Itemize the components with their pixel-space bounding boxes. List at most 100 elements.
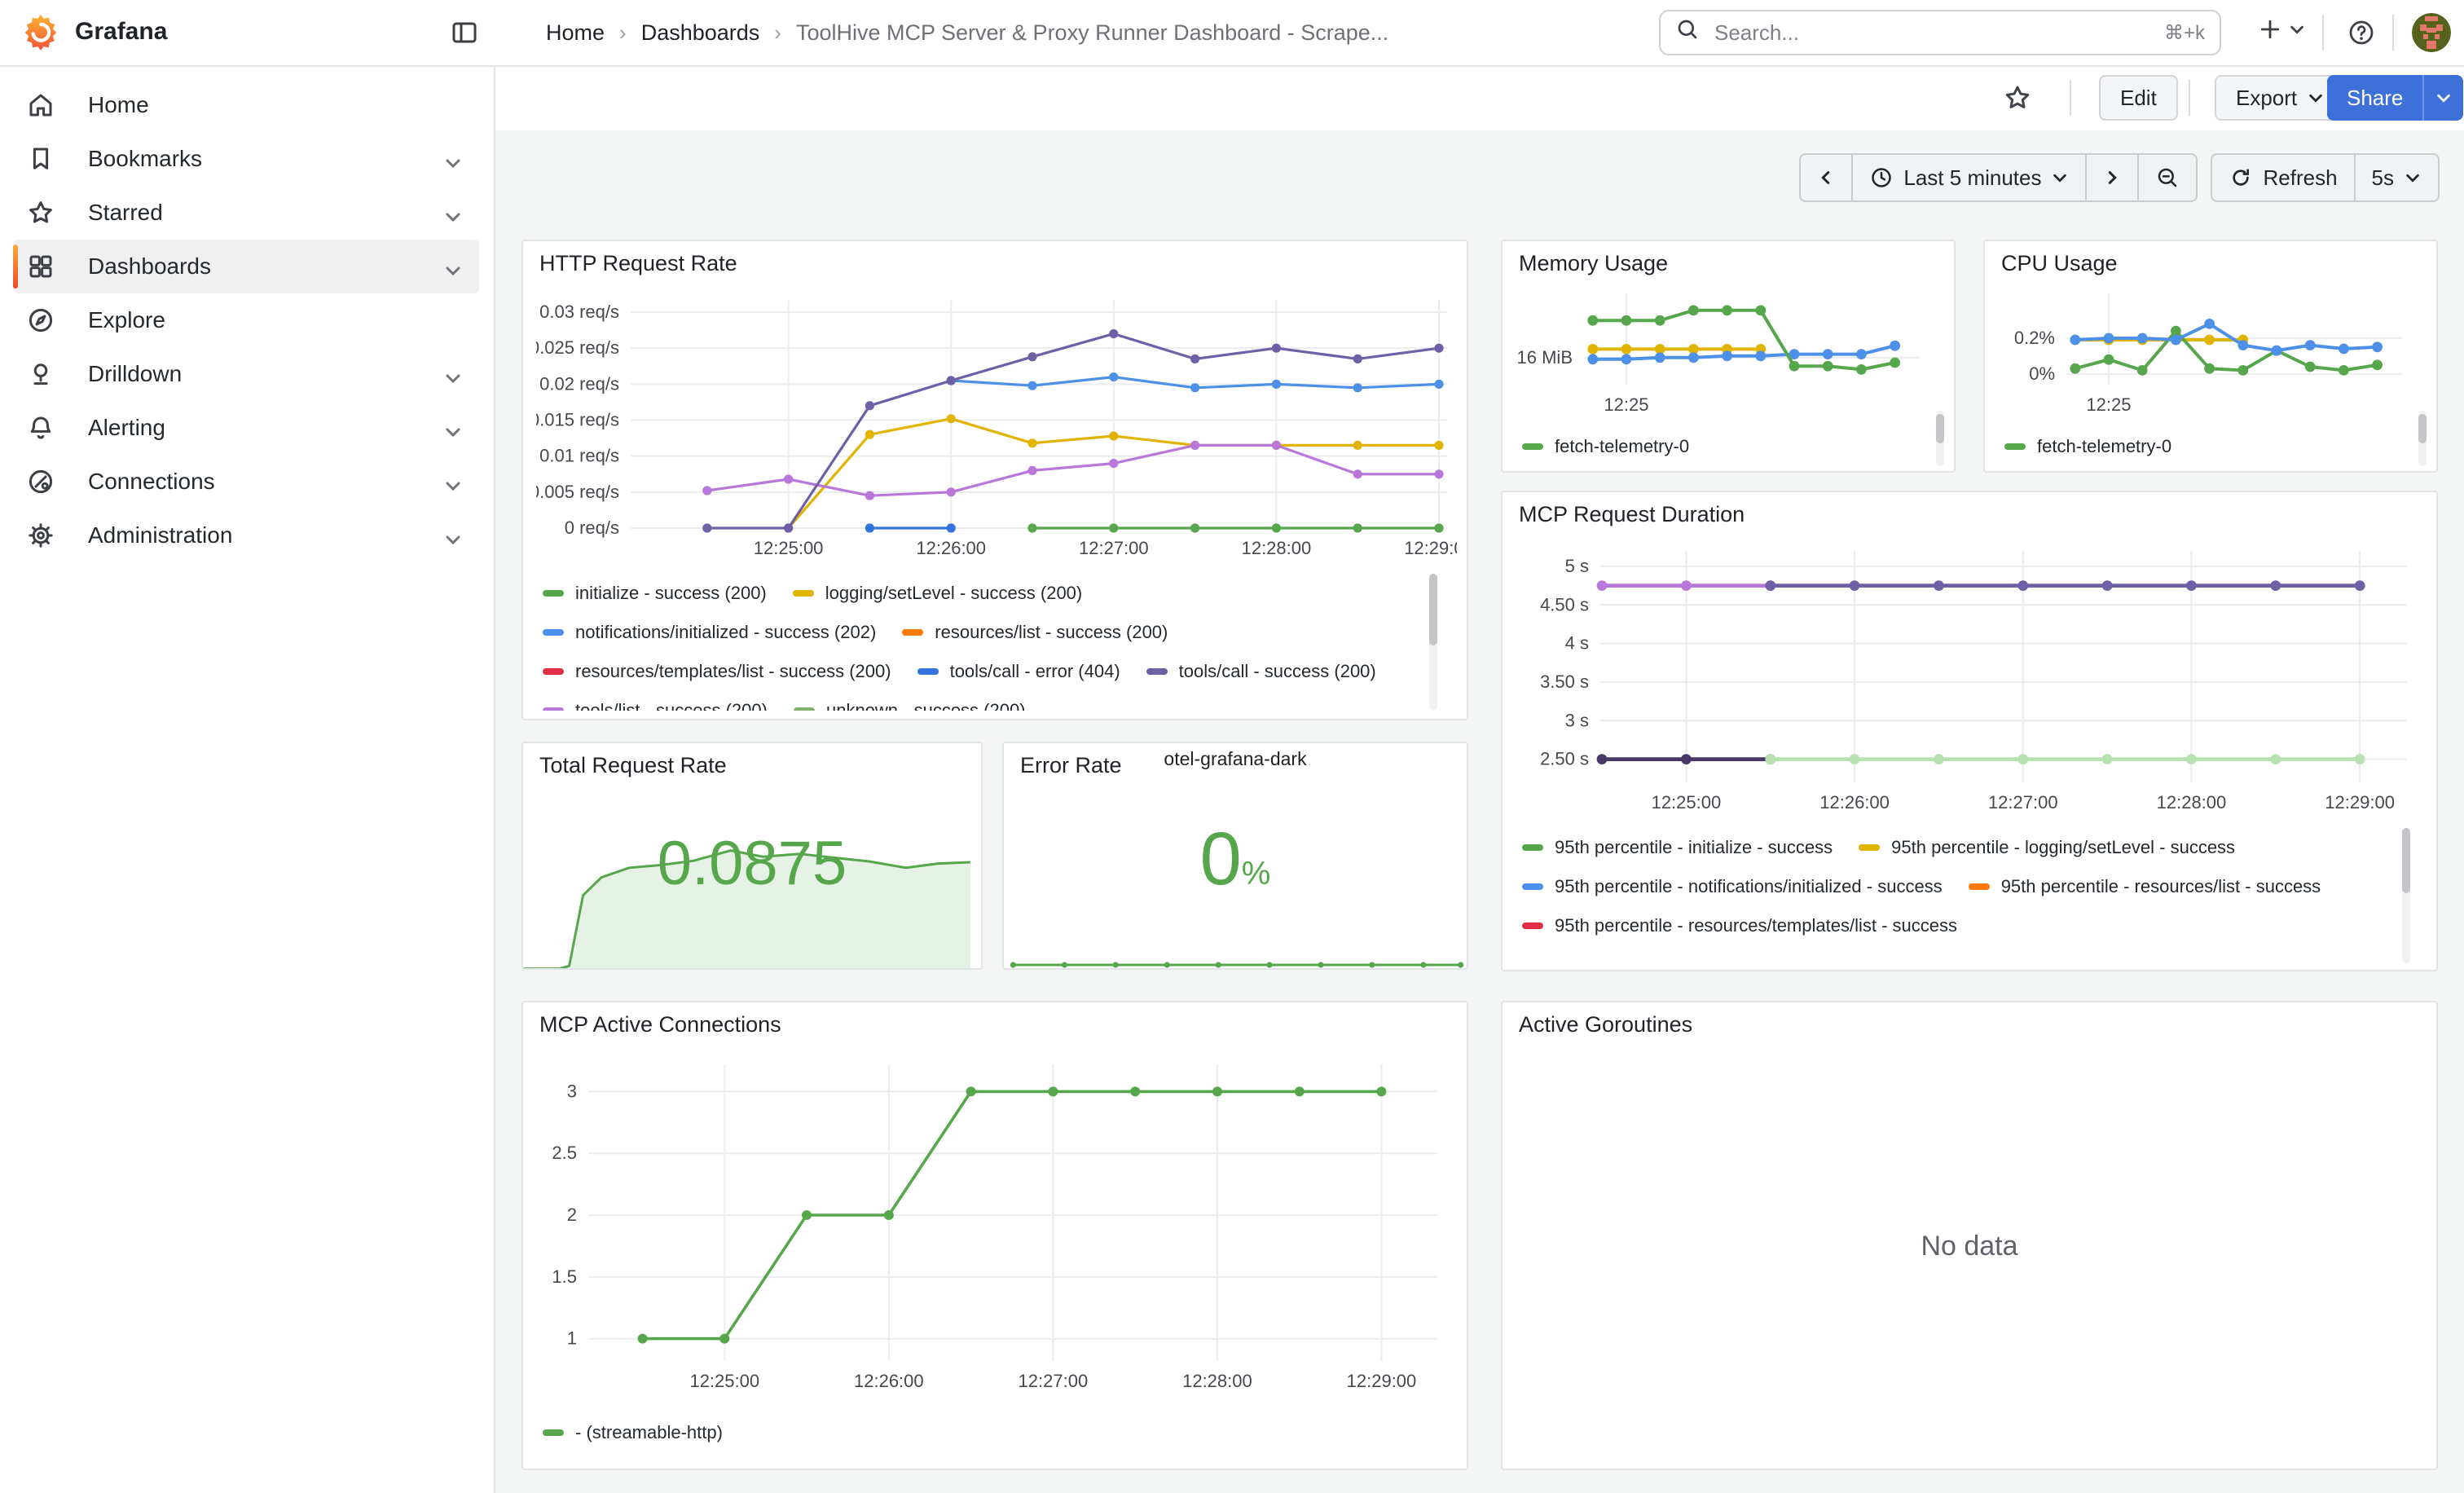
chevron-down-icon [443,364,463,384]
chevron-left-icon [1817,169,1835,187]
time-back-button[interactable] [1799,153,1853,202]
search-input[interactable] [1711,19,2153,47]
legend-item[interactable]: 95th percentile - notifications/initiali… [1522,867,1943,906]
sidebar-item-starred[interactable]: Starred [13,186,479,240]
breadcrumb-current: ToolHive MCP Server & Proxy Runner Dashb… [796,20,1388,46]
legend-scrollbar[interactable] [1936,414,1944,443]
gear-icon [26,521,55,550]
svg-text:12:25:00: 12:25:00 [1652,792,1722,813]
memory-usage-chart[interactable]: 16 MiB12:25 [1516,284,1933,430]
dashboard-toolbar: Edit Export Share [494,65,2464,130]
drilldown-icon [26,359,55,389]
svg-text:0.025 req/s: 0.025 req/s [536,337,619,358]
panel-title[interactable]: MCP Active Connections [539,1012,781,1037]
svg-text:12:26:00: 12:26:00 [854,1371,924,1391]
search-icon [1675,17,1700,48]
dashboard-canvas: Last 5 minutes Refresh 5s [494,130,2464,1493]
grafana-logo-icon[interactable] [21,13,60,52]
chevron-down-icon [2435,89,2453,107]
svg-text:12:29:00: 12:29:00 [1347,1371,1417,1391]
sidebar-item-drilldown[interactable]: Drilldown [13,347,479,401]
sidebar-toggle-icon[interactable] [450,18,479,47]
mcp-request-duration-chart[interactable]: 2.50 s3 s3.50 s4 s4.50 s5 s12:25:0012:26… [1516,538,2427,831]
mcp-active-connections-chart[interactable]: 11.522.5312:25:0012:26:0012:27:0012:28:0… [536,1051,1460,1413]
legend-item[interactable]: fetch-telemetry-0 [1522,427,1689,466]
sidebar-item-explore[interactable]: Explore [13,293,479,347]
star-dashboard-icon[interactable] [2003,83,2032,112]
panel-title[interactable]: MCP Request Duration [1519,502,1745,527]
legend-item[interactable]: resources/list - success (200) [902,613,1168,652]
panel-title[interactable]: Active Goroutines [1519,1012,1692,1037]
svg-text:5 s: 5 s [1565,556,1589,576]
panel-total-request-rate: Total Request Rate 0.0875 [521,742,983,970]
stat-unit: % [1242,856,1271,892]
breadcrumb-separator: › [619,20,627,46]
legend-item[interactable]: initialize - success (200) [543,574,767,613]
duration-legend: 95th percentile - initialize - success95… [1522,828,2394,963]
legend-item[interactable]: 95th percentile - resources/list - succe… [1969,867,2321,906]
sidebar-item-dashboards[interactable]: Dashboards [13,240,479,293]
legend-item[interactable]: 95th percentile - resources/templates/li… [1522,906,1957,945]
time-range-picker[interactable]: Last 5 minutes [1851,153,2087,202]
legend-item[interactable]: - (streamable-http) [543,1413,723,1452]
refresh-interval-picker[interactable]: 5s [2354,153,2440,202]
panel-title[interactable]: Memory Usage [1519,251,1668,276]
legend-scrollbar[interactable] [1429,574,1437,645]
legend-scrollbar[interactable] [2402,828,2410,893]
sidebar: Home Bookmarks StarredDashboardsExploreDri… [0,65,495,1493]
zoom-out-button[interactable] [2137,153,2198,202]
sidebar-item-administration[interactable]: Administration [13,509,479,562]
legend-scrollbar[interactable] [2418,414,2427,443]
no-data-message: No data [1503,1231,2436,1262]
sidebar-item-bookmarks[interactable]: Bookmarks [13,132,479,186]
legend-item[interactable]: tools/call - success (200) [1146,652,1376,691]
chevron-down-icon [443,149,463,169]
compass-icon [26,306,55,335]
sidebar-item-alerting[interactable]: Alerting [13,401,479,455]
help-icon[interactable] [2347,18,2376,47]
svg-text:1: 1 [567,1328,577,1349]
sidebar-item-home[interactable]: Home [13,78,479,132]
legend-item[interactable]: tools/list - success (200) [543,691,768,711]
add-button[interactable] [2257,16,2306,42]
divider [2322,15,2324,51]
breadcrumb-home[interactable]: Home [546,20,605,46]
chevron-down-icon [443,418,463,438]
brand-name: Grafana [75,18,167,46]
legend-item[interactable]: notifications/initialized - success (202… [543,613,876,652]
legend-item[interactable]: logging/setLevel - success (200) [793,574,1083,613]
svg-text:12:27:00: 12:27:00 [1019,1371,1089,1391]
legend-item[interactable]: 95th percentile - logging/setLevel - suc… [1859,828,2235,867]
bookmark-icon [26,144,55,174]
breadcrumb-separator: › [774,20,781,46]
legend-item[interactable]: tools/call - error (404) [917,652,1120,691]
avatar[interactable] [2412,13,2451,52]
svg-text:12:27:00: 12:27:00 [1079,538,1149,558]
sidebar-item-connections[interactable]: Connections [13,455,479,509]
share-menu-button[interactable] [2422,75,2463,121]
http-request-rate-chart[interactable]: 0 req/s0.005 req/s0.01 req/s0.015 req/s0… [536,287,1457,574]
legend-item[interactable]: resources/templates/list - success (200) [543,652,891,691]
panel-title[interactable]: HTTP Request Rate [539,251,737,276]
legend-item[interactable]: fetch-telemetry-0 [2004,427,2171,466]
svg-text:0.01 req/s: 0.01 req/s [539,446,619,466]
share-button[interactable]: Share [2327,75,2422,121]
memory-legend: fetch-telemetry-0 [1522,427,1913,469]
cpu-usage-chart[interactable]: 0.2%0%12:25 [1998,284,2415,430]
export-button[interactable]: Export [2215,75,2346,121]
panel-active-goroutines: Active Goroutines No data [1501,1001,2438,1470]
search-box[interactable]: ⌘+k [1659,10,2221,55]
sidebar-item-label: Bookmarks [88,146,202,172]
time-forward-button[interactable] [2085,153,2139,202]
top-nav: Grafana Home › Dashboards › ToolHive MCP… [0,0,2464,67]
refresh-button[interactable]: Refresh [2211,153,2355,202]
breadcrumb-dashboards[interactable]: Dashboards [641,20,760,46]
legend-item[interactable]: 95th percentile - initialize - success [1522,828,1833,867]
stat-value: 0% [1004,821,1467,896]
clock-icon [1869,165,1894,190]
panel-title[interactable]: CPU Usage [2001,251,2118,276]
edit-button[interactable]: Edit [2099,75,2178,121]
svg-text:3.50 s: 3.50 s [1540,672,1589,692]
svg-text:12:28:00: 12:28:00 [1182,1371,1252,1391]
legend-item[interactable]: unknown - success (200) [794,691,1026,711]
